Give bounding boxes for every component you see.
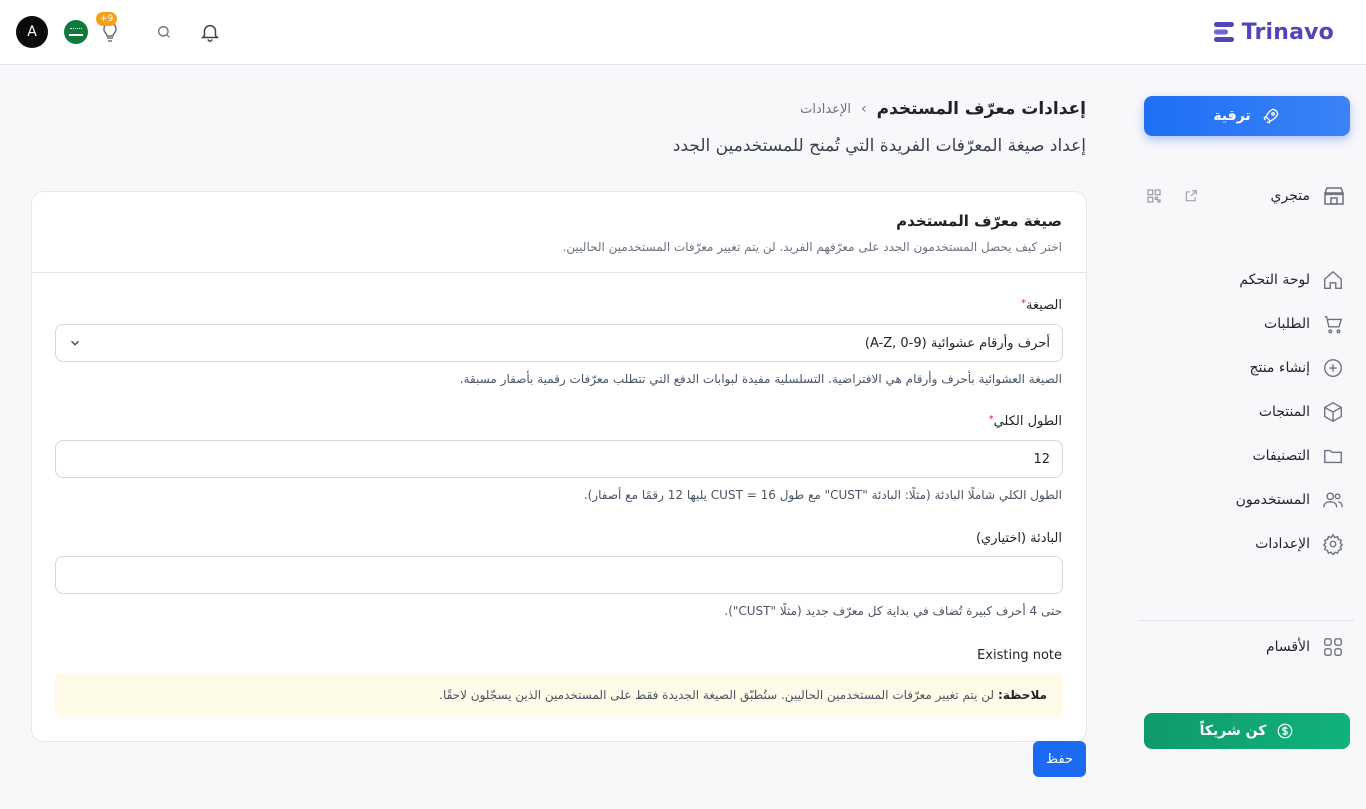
my-store-row[interactable]: متجري [1146,182,1346,210]
page-title: إعدادات معرّف المستخدم [876,99,1086,119]
sidebar-item-users[interactable]: المستخدمون [1144,478,1344,522]
sidebar-item-orders[interactable]: الطلبات [1144,302,1344,346]
sidebar-item-dashboard[interactable]: لوحة التحكم [1144,258,1344,302]
box-icon [1324,402,1342,422]
store-icon [1324,187,1344,205]
length-input[interactable]: 12 [55,440,1063,478]
card-description: اختر كيف يحصل المستخدمون الجدد على معرّف… [562,240,1062,254]
sidebar-item-sections[interactable]: الأقسام [1266,636,1344,658]
logo-icon [1213,22,1234,42]
sidebar-item-label: المنتجات [1258,404,1310,420]
breadcrumb-separator: › [861,101,867,117]
sidebar-item-products[interactable]: المنتجات [1144,390,1344,434]
search-button[interactable] [152,20,176,44]
format-label: الصيغة* [1021,298,1062,313]
existing-note-label: Existing note [977,648,1062,663]
format-label-text: الصيغة [1025,298,1062,313]
become-partner-button[interactable]: كن شريكاً [1144,713,1350,749]
gear-icon [1322,533,1344,555]
ideas-button[interactable]: +9 [96,12,122,44]
breadcrumb: إعدادات معرّف المستخدم › الإعدادات [800,99,1086,119]
page-subtitle: إعداد صيغة المعرّفات الفريدة التي تُمنح … [672,136,1086,156]
sidebar-item-label: التصنيفات [1252,448,1311,464]
sidebar-divider [1140,620,1354,621]
folder-icon [1324,449,1342,464]
length-hint: الطول الكلي شاملًا البادئة (مثلًا: الباد… [583,488,1062,502]
sidebar-item-label: إنشاء منتج [1249,360,1310,376]
top-bar: Trinavo A +9 [0,0,1366,65]
users-icon [1323,492,1343,508]
sidebar-item-label: الطلبات [1264,316,1310,332]
notification-badge: +9 [96,12,118,26]
sidebar-item-categories[interactable]: التصنيفات [1144,434,1344,478]
user-id-format-card: صيغة معرّف المستخدم اختر كيف يحصل المستخ… [31,191,1087,742]
qr-code-icon[interactable] [1146,188,1162,204]
store-label: متجري [1270,188,1310,204]
sidebar-item-create-product[interactable]: إنشاء منتج [1144,346,1344,390]
chevron-down-icon [71,340,79,346]
format-select-value: أحرف وأرقام عشوائية (A-Z, 0-9) [864,335,1050,351]
prefix-label: البادئة (اختياري) [975,531,1062,546]
card-header: صيغة معرّف المستخدم اختر كيف يحصل المستخ… [32,192,1086,273]
sidebar-nav: لوحة التحكم الطلبات إنشاء منتج المنتجات … [1144,258,1344,566]
search-icon [158,26,170,38]
note-bold: ملاحظة: [998,688,1047,702]
saudi-flag-icon[interactable] [64,20,88,44]
plus-circle-icon [1324,359,1342,377]
length-label: الطول الكلي* [989,414,1062,429]
brand-logo[interactable]: Trinavo [1212,17,1334,47]
sidebar-item-label: المستخدمون [1235,492,1310,508]
dollar-icon [1278,723,1293,739]
avatar[interactable]: A [16,16,48,48]
length-input-value: 12 [1033,451,1050,467]
breadcrumb-settings-link[interactable]: الإعدادات [800,102,851,117]
upgrade-label: ترقية [1213,108,1251,124]
format-hint: الصيغة العشوائية بأحرف وأرقام هي الافترا… [459,372,1062,386]
partner-label: كن شريكاً [1199,723,1267,739]
save-button[interactable]: حفظ [1033,741,1086,777]
rocket-icon [1263,108,1279,124]
prefix-input[interactable] [55,556,1063,594]
home-icon [1324,270,1342,289]
cart-icon [1324,315,1343,334]
note-box: ملاحظة: لن يتم تغيير معرّفات المستخدمين … [55,673,1063,717]
sidebar-item-settings[interactable]: الإعدادات [1144,522,1344,566]
bell-icon [200,24,220,42]
format-select[interactable]: أحرف وأرقام عشوائية (A-Z, 0-9) [55,324,1063,362]
prefix-hint: حتى 4 أحرف كبيرة تُضاف في بداية كل معرّف… [724,604,1062,618]
sidebar-item-label: الإعدادات [1255,536,1310,552]
brand-name: Trinavo [1241,19,1334,45]
external-link-icon[interactable] [1184,189,1198,203]
length-label-text: الطول الكلي [993,414,1062,429]
upgrade-button[interactable]: ترقية [1144,96,1350,136]
notifications-button[interactable] [198,20,222,44]
card-title: صيغة معرّف المستخدم [896,212,1062,230]
sidebar-item-label: لوحة التحكم [1239,272,1310,288]
sections-label: الأقسام [1266,639,1310,655]
note-text: لن يتم تغيير معرّفات المستخدمين الحاليين… [439,688,995,702]
grid-icon [1324,638,1342,656]
